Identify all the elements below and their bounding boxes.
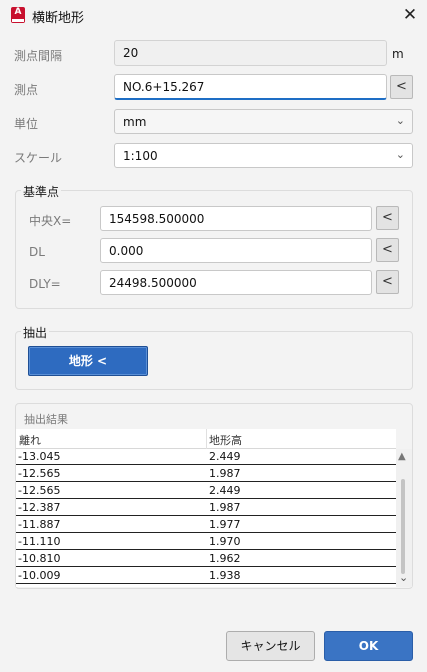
distance-cell: -12.387 xyxy=(18,501,61,514)
height-cell: 2.449 xyxy=(209,450,241,463)
interval-label: 測点間隔 xyxy=(14,49,63,63)
extract-group-label: 抽出 xyxy=(21,324,50,341)
scroll-down-icon[interactable]: ⌄ xyxy=(399,571,408,584)
height-cell: 1.970 xyxy=(209,535,241,548)
close-icon[interactable]: ✕ xyxy=(400,4,420,26)
center-x-value: 154598.500000 xyxy=(109,211,205,226)
table-row[interactable]: -10.009 1.938 xyxy=(16,568,396,584)
interval-field: 20 xyxy=(114,40,387,66)
app-icon: A xyxy=(11,7,25,23)
unit-label: 単位 xyxy=(14,117,39,131)
results-group-label: 抽出結果 xyxy=(24,413,68,426)
window-title: 横断地形 xyxy=(32,11,85,26)
table-row[interactable]: -12.387 1.987 xyxy=(16,500,396,516)
dly-input[interactable]: 24498.500000 xyxy=(100,270,372,295)
distance-cell: -10.810 xyxy=(18,552,61,565)
column-header-height[interactable]: 地形高 xyxy=(209,432,242,448)
scale-select[interactable]: 1:100 ⌄ xyxy=(114,143,413,168)
distance-cell: -12.565 xyxy=(18,484,61,497)
height-cell: 1.977 xyxy=(209,518,241,531)
scale-label: スケール xyxy=(14,151,63,165)
table-row[interactable]: -13.045 2.449 xyxy=(16,449,396,465)
distance-cell: -10.009 xyxy=(18,569,61,582)
center-x-label: 中央X= xyxy=(29,214,72,228)
scale-value: 1:100 xyxy=(123,148,158,163)
app-icon-letter: A xyxy=(14,7,22,17)
station-input[interactable]: NO.6+15.267 xyxy=(114,74,387,100)
distance-cell: -11.887 xyxy=(18,518,61,531)
scroll-thumb[interactable] xyxy=(401,479,405,574)
dly-pick-button[interactable]: < xyxy=(376,270,399,294)
dl-pick-button[interactable]: < xyxy=(376,238,399,262)
height-cell: 1.938 xyxy=(209,569,241,582)
unit-select[interactable]: mm ⌄ xyxy=(114,109,413,134)
table-row[interactable]: -12.565 2.449 xyxy=(16,483,396,499)
height-cell: 1.987 xyxy=(209,467,241,480)
results-table-header: 離れ 地形高 xyxy=(16,429,396,449)
reference-group-label: 基準点 xyxy=(21,183,62,200)
station-value: NO.6+15.267 xyxy=(123,79,205,94)
interval-unit: m xyxy=(392,47,404,61)
column-header-distance[interactable]: 離れ xyxy=(19,432,41,448)
chevron-down-icon: ⌄ xyxy=(395,148,405,161)
center-x-input[interactable]: 154598.500000 xyxy=(100,206,372,231)
table-row[interactable]: -11.110 1.970 xyxy=(16,534,396,550)
dl-label: DL xyxy=(29,245,45,259)
height-cell: 1.987 xyxy=(209,501,241,514)
chevron-down-icon: ⌄ xyxy=(395,114,405,127)
scroll-up-icon[interactable]: ▲ xyxy=(398,451,406,462)
center-x-pick-button[interactable]: < xyxy=(376,206,399,230)
results-table: 離れ 地形高 -13.045 2.449 -12.565 1.987 -12.565 2.… xyxy=(16,429,396,587)
dly-label: DLY= xyxy=(29,277,61,291)
distance-cell: -13.045 xyxy=(18,450,61,463)
interval-value: 20 xyxy=(123,46,139,60)
station-pick-button[interactable]: < xyxy=(390,75,413,99)
station-label: 測点 xyxy=(14,83,39,97)
height-cell: 2.449 xyxy=(209,484,241,497)
table-row[interactable]: -12.565 1.987 xyxy=(16,466,396,482)
table-row[interactable]: -10.810 1.962 xyxy=(16,551,396,567)
distance-cell: -11.110 xyxy=(18,535,61,548)
table-row[interactable]: -11.887 1.977 xyxy=(16,517,396,533)
cancel-button[interactable]: キャンセル xyxy=(226,631,315,661)
unit-value: mm xyxy=(123,114,147,129)
extract-terrain-button[interactable]: 地形 < xyxy=(28,346,148,376)
ok-button[interactable]: OK xyxy=(324,631,413,661)
height-cell: 1.962 xyxy=(209,552,241,565)
dl-value: 0.000 xyxy=(109,243,144,258)
dly-value: 24498.500000 xyxy=(109,275,197,290)
results-scrollbar[interactable]: ▲ ⌄ xyxy=(396,449,412,587)
dl-input[interactable]: 0.000 xyxy=(100,238,372,263)
distance-cell: -12.565 xyxy=(18,467,61,480)
